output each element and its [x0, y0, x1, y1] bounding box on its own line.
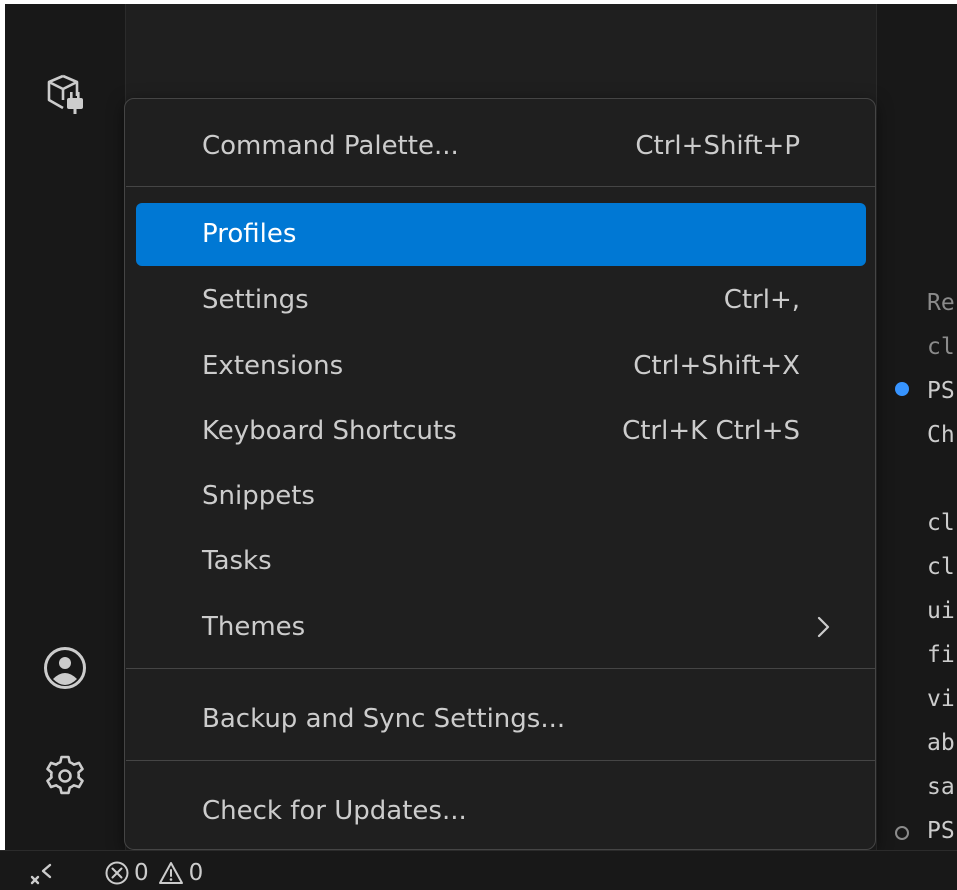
menu-separator	[126, 186, 876, 187]
status-bar: 0 0	[0, 850, 957, 890]
problems-indicator[interactable]: 0 0	[104, 855, 203, 890]
menu-item-shortcut: Ctrl+Shift+P	[635, 131, 800, 161]
terminal-line: Re	[927, 290, 955, 316]
activity-bar	[5, 4, 126, 850]
gear-icon[interactable]	[35, 746, 95, 806]
menu-item-label: Profiles	[202, 219, 297, 249]
account-icon[interactable]	[35, 638, 95, 698]
menu-item-label: Backup and Sync Settings...	[202, 704, 566, 734]
menu-item-label: Check for Updates...	[202, 796, 467, 826]
menu-item-shortcut: Ctrl+,	[723, 285, 800, 315]
menu-item-label: Extensions	[202, 351, 344, 381]
terminal-line: ui	[927, 598, 955, 624]
menu-item-snippets[interactable]: Snippets	[136, 465, 866, 528]
remote-explorer-icon[interactable]	[35, 64, 95, 124]
menu-item-tasks[interactable]: Tasks	[136, 530, 866, 593]
terminal-line: cl	[927, 554, 955, 580]
vscode-window: Re cl PS Ch cl cl ui fi vi ab sa PS Comm…	[0, 0, 957, 890]
menu-item-profiles[interactable]: Profiles	[136, 203, 866, 266]
menu-item-label: Command Palette...	[202, 131, 459, 161]
chevron-right-icon	[817, 616, 830, 638]
menu-item-check-for-updates[interactable]: Check for Updates...	[136, 780, 866, 843]
menu-item-label: Keyboard Shortcuts	[202, 416, 457, 446]
error-icon	[105, 861, 129, 885]
terminal-line: vi	[927, 686, 955, 712]
menu-item-command-palette[interactable]: Command Palette... Ctrl+Shift+P	[136, 115, 866, 178]
menu-item-themes[interactable]: Themes	[136, 596, 866, 659]
warning-count: 0	[188, 860, 204, 886]
terminal-line: PS	[927, 378, 955, 404]
menu-item-settings[interactable]: Settings Ctrl+,	[136, 269, 866, 332]
terminal-line: cl	[927, 510, 955, 536]
menu-item-label: Themes	[202, 612, 306, 642]
terminal-line: sa	[927, 774, 955, 800]
menu-item-shortcut: Ctrl+Shift+X	[633, 351, 800, 381]
terminal-line: fi	[927, 642, 955, 668]
terminal-line: ab	[927, 730, 955, 756]
error-count: 0	[134, 860, 149, 886]
terminal-panel[interactable]: Re cl PS Ch cl cl ui fi vi ab sa PS	[877, 4, 957, 850]
menu-separator	[126, 760, 876, 761]
remote-indicator-icon[interactable]	[22, 855, 62, 890]
menu-item-backup-and-sync[interactable]: Backup and Sync Settings...	[136, 688, 866, 751]
terminal-line: PS	[927, 818, 955, 844]
terminal-line: Ch	[927, 422, 955, 448]
menu-item-keyboard-shortcuts[interactable]: Keyboard Shortcuts Ctrl+K Ctrl+S	[136, 400, 866, 463]
menu-item-shortcut: Ctrl+K Ctrl+S	[622, 416, 800, 446]
warning-icon	[158, 862, 183, 884]
terminal-command-dot[interactable]	[895, 826, 909, 840]
menu-item-label: Settings	[202, 285, 309, 315]
terminal-line: cl	[927, 334, 955, 360]
menu-item-label: Tasks	[202, 546, 272, 576]
manage-menu: Command Palette... Ctrl+Shift+P Profiles…	[124, 98, 876, 850]
menu-item-label: Snippets	[202, 481, 315, 511]
terminal-command-success-dot[interactable]	[895, 382, 909, 396]
menu-item-extensions[interactable]: Extensions Ctrl+Shift+X	[136, 335, 866, 398]
menu-separator	[126, 668, 876, 669]
